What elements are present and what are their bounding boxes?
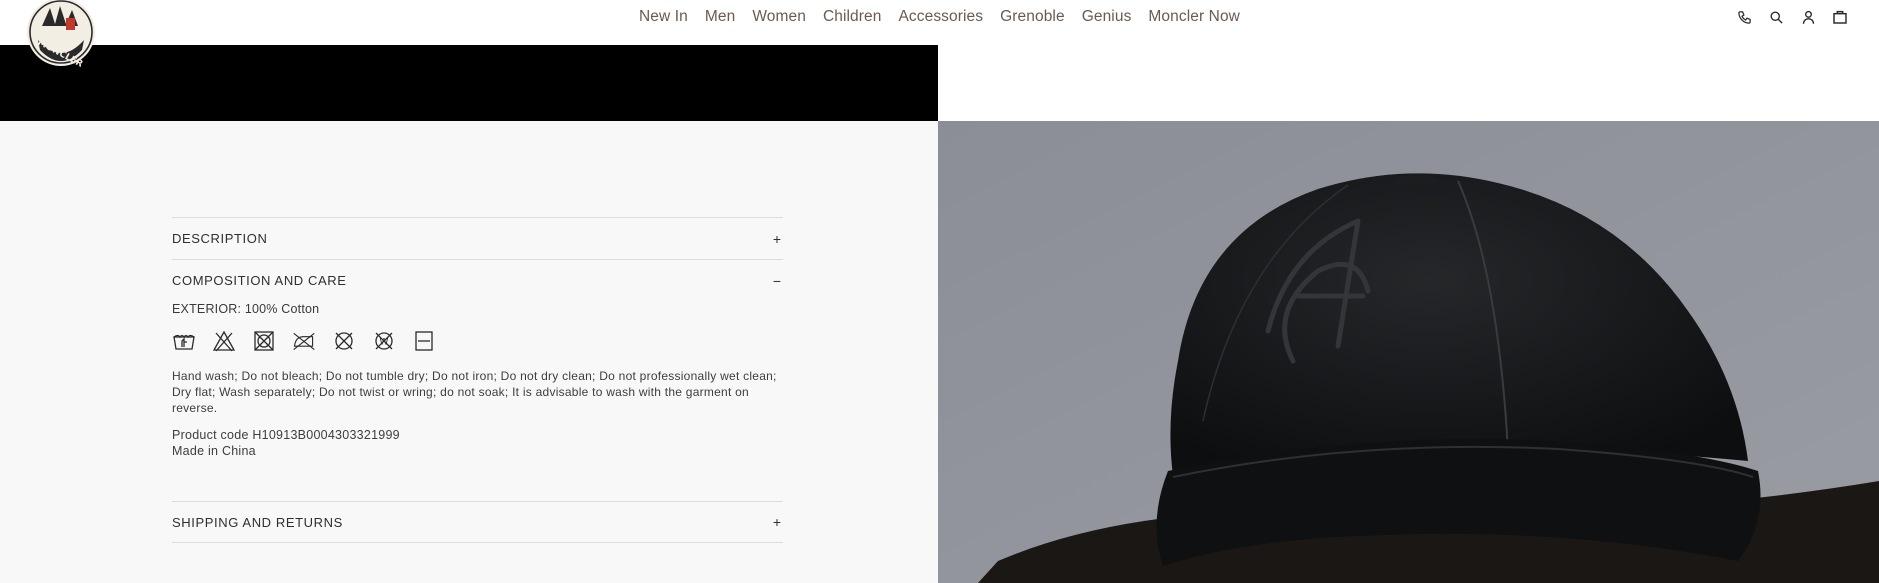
site-header: New In Men Women Children Accessories Gr… [0, 0, 1879, 45]
nav-item-grenoble[interactable]: Grenoble [1000, 8, 1065, 26]
made-in: Made in China [172, 444, 256, 458]
product-accordion: DESCRIPTION + COMPOSITION AND CARE − EXT… [172, 217, 783, 543]
white-banner [938, 45, 1879, 121]
moncler-logo[interactable]: MONCLER [20, 0, 98, 72]
search-icon[interactable] [1767, 8, 1785, 26]
do-not-iron-icon [293, 332, 315, 351]
accordion-composition-title: COMPOSITION AND CARE [172, 273, 347, 288]
black-banner [0, 45, 938, 121]
accordion-shipping-title: SHIPPING AND RETURNS [172, 514, 343, 530]
care-instructions: Hand wash; Do not bleach; Do not tumble … [172, 369, 777, 415]
product-details-panel: DESCRIPTION + COMPOSITION AND CARE − EXT… [0, 121, 938, 583]
do-not-dry-clean-icon [335, 332, 353, 350]
nav-item-women[interactable]: Women [752, 8, 806, 26]
do-not-bleach-icon [212, 330, 236, 352]
main-nav: New In Men Women Children Accessories Gr… [0, 0, 1879, 34]
plus-icon[interactable]: + [771, 514, 783, 530]
care-icons: W [172, 328, 783, 354]
nav-item-children[interactable]: Children [823, 8, 882, 26]
minus-icon[interactable]: − [771, 273, 783, 289]
svg-text:W: W [380, 338, 389, 348]
phone-icon[interactable] [1735, 8, 1753, 26]
account-icon[interactable] [1799, 8, 1817, 26]
accordion-composition[interactable]: COMPOSITION AND CARE − [172, 259, 783, 301]
bag-icon[interactable] [1831, 8, 1849, 26]
product-code: Product code H10913B0004303321999 [172, 428, 400, 442]
nav-item-moncler-now[interactable]: Moncler Now [1148, 8, 1240, 26]
product-image [938, 121, 1879, 583]
do-not-tumble-dry-icon [254, 331, 274, 351]
nav-item-genius[interactable]: Genius [1082, 8, 1132, 26]
do-not-wet-clean-icon: W [375, 332, 393, 350]
header-icons [1735, 8, 1849, 26]
accordion-shipping[interactable]: SHIPPING AND RETURNS + [172, 501, 783, 543]
hand-wash-icon [173, 334, 195, 350]
composition-content: EXTERIOR: 100% Cotton W Hand wash; Do no… [172, 301, 783, 501]
composition-line: EXTERIOR: 100% Cotton [172, 302, 320, 316]
dry-flat-icon [415, 331, 433, 351]
nav-item-new-in[interactable]: New In [639, 8, 688, 26]
accordion-description[interactable]: DESCRIPTION + [172, 217, 783, 259]
nav-item-men[interactable]: Men [705, 8, 735, 26]
nav-item-accessories[interactable]: Accessories [898, 8, 983, 26]
plus-icon[interactable]: + [771, 231, 783, 247]
accordion-description-title: DESCRIPTION [172, 231, 268, 246]
